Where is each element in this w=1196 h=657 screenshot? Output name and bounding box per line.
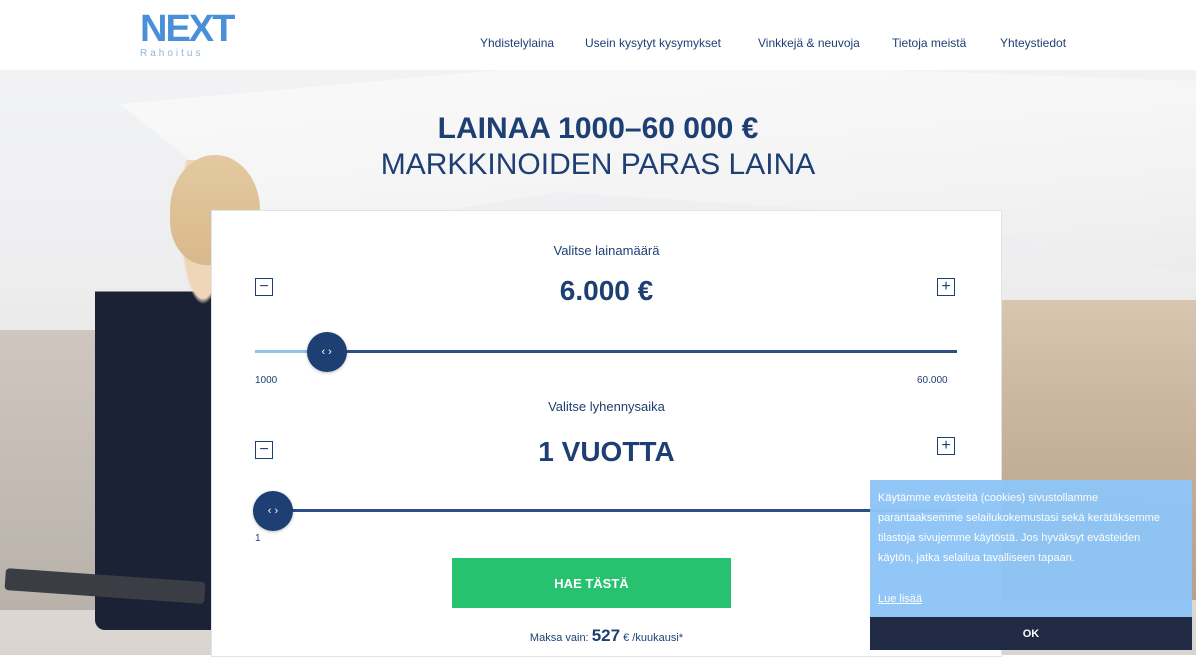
amount-max: 60.000	[917, 375, 948, 386]
payment-suffix: € /kuukausi*	[623, 632, 684, 644]
term-min: 1	[255, 533, 261, 544]
hero-subtitle: MARKKINOIDEN PARAS LAINA	[380, 148, 816, 181]
nav-item-yhdistelylaina[interactable]: Yhdistelylaina	[480, 36, 554, 50]
cookie-read-more-link[interactable]: Lue lisää	[878, 593, 922, 605]
logo[interactable]: NEXT Rahoitus	[140, 8, 235, 60]
top-nav: NEXT Rahoitus Yhdistelylaina Usein kysyt…	[0, 0, 1196, 70]
nav-item-about[interactable]: Tietoja meistä	[892, 36, 966, 50]
amount-slider-handle[interactable]: ‹ ›	[306, 332, 347, 372]
term-slider-track[interactable]	[275, 509, 957, 512]
term-plus-button[interactable]: +	[937, 437, 955, 455]
nav-item-contact[interactable]: Yhteystiedot	[1000, 36, 1066, 50]
hero-title: LAINAA 1000–60 000 €	[437, 112, 759, 145]
amount-plus-button[interactable]: +	[937, 278, 955, 296]
nav-item-tips[interactable]: Vinkkejä & neuvoja	[758, 36, 860, 50]
amount-value: 6.000 €	[559, 275, 654, 306]
apply-button[interactable]: HAE TÄSTÄ	[452, 558, 731, 608]
payment-prefix: Maksa vain:	[529, 632, 589, 644]
cookie-ok-button[interactable]: OK	[870, 617, 1192, 650]
term-slider-handle[interactable]: ‹ ›	[253, 491, 293, 531]
amount-label: Valitse lainamäärä	[553, 243, 660, 258]
cookie-text: Käytämme evästeitä (cookies) sivustollam…	[878, 492, 1160, 564]
cookie-banner: Käytämme evästeitä (cookies) sivustollam…	[870, 480, 1192, 650]
amount-min: 1000	[255, 375, 278, 386]
logo-text: NEXT	[140, 8, 235, 50]
payment-amount: 527	[591, 626, 621, 645]
term-value: 1 VUOTTA	[538, 436, 675, 467]
amount-slider-track[interactable]	[318, 350, 957, 353]
nav-item-faq[interactable]: Usein kysytyt kysymykset	[585, 36, 721, 50]
term-label: Valitse lyhennysaika	[548, 399, 665, 414]
